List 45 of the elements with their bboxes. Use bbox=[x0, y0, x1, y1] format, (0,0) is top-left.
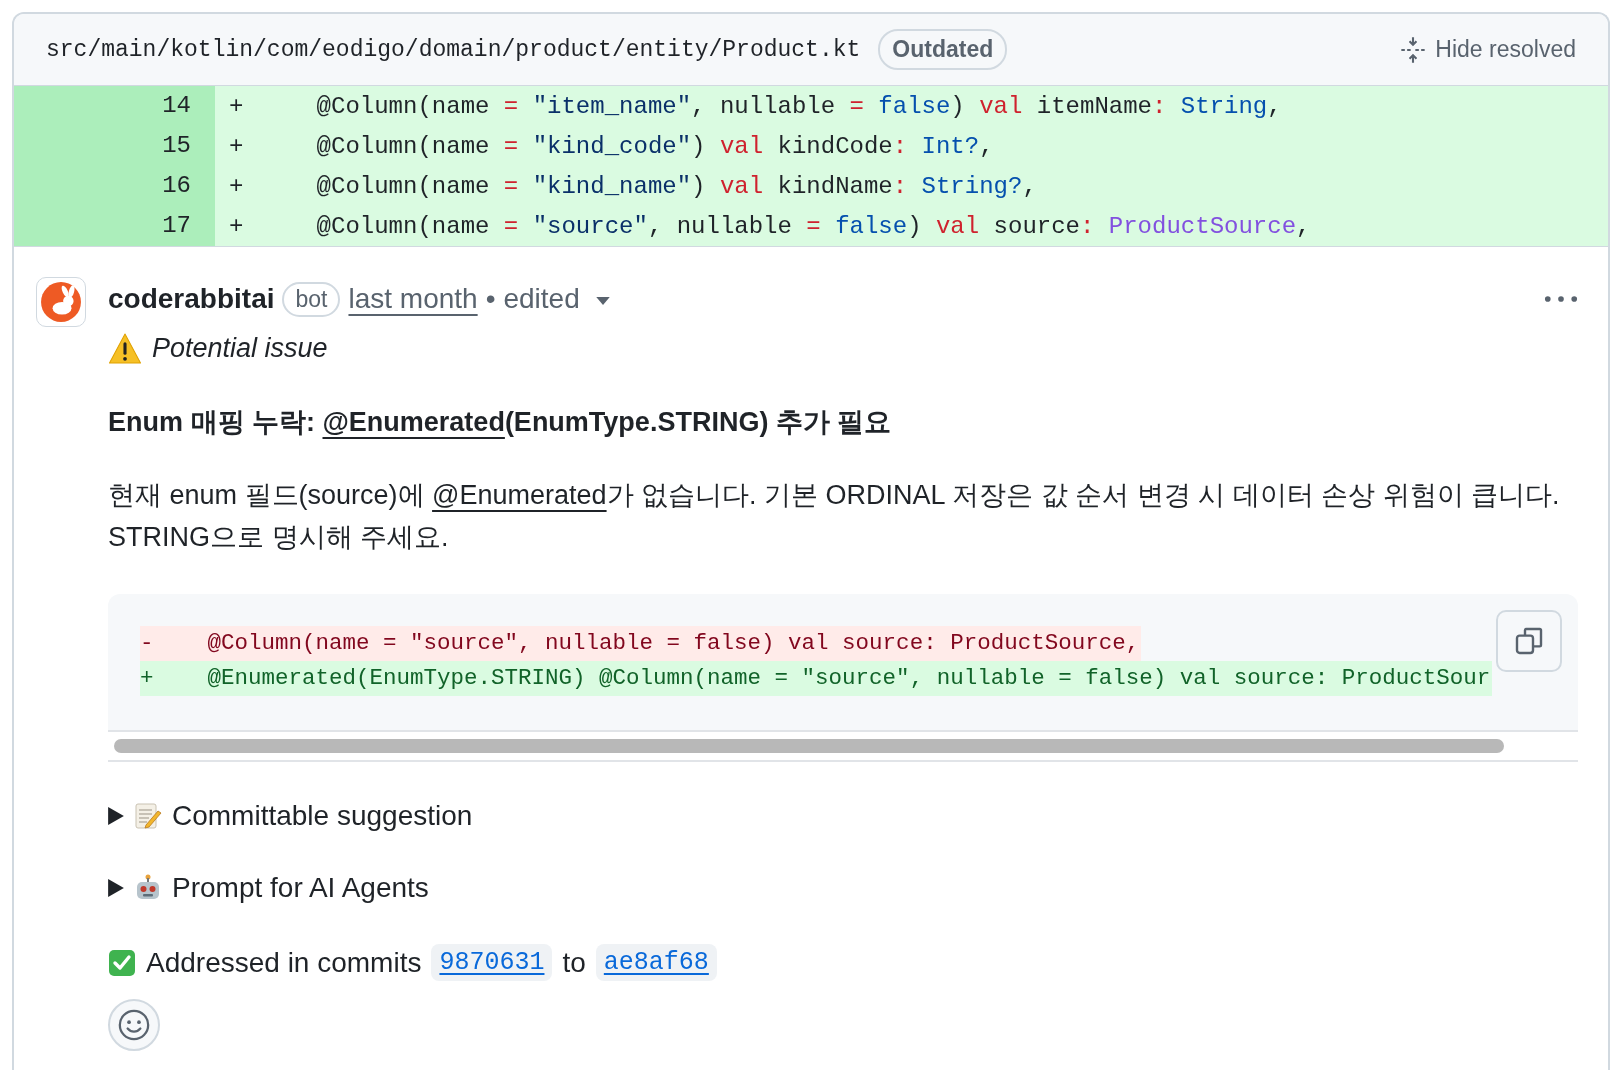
line-number: 15 bbox=[14, 126, 215, 166]
smiley-icon bbox=[117, 1008, 151, 1042]
added-sign: + bbox=[228, 132, 245, 160]
annotation-link[interactable]: @Enumerated bbox=[322, 407, 505, 437]
more-options-icon[interactable] bbox=[1544, 295, 1578, 303]
disclosure-triangle-icon[interactable] bbox=[108, 879, 124, 897]
author-name[interactable]: coderabbitai bbox=[108, 283, 275, 315]
annotation-link[interactable]: @Enumerated bbox=[432, 480, 607, 510]
fold-icon bbox=[1399, 35, 1428, 64]
edited-menu[interactable]: edited bbox=[503, 283, 580, 315]
copy-button[interactable] bbox=[1496, 610, 1562, 672]
added-sign: + bbox=[228, 92, 245, 120]
code-line: @Column(name = "kind_code") val kindCode: Int?, bbox=[315, 132, 994, 160]
commit-link[interactable]: ae8af68 bbox=[595, 944, 717, 981]
line-number: 14 bbox=[14, 86, 215, 126]
code-line: @Column(name = "item_name", nullable = false) val itemName: String, bbox=[315, 92, 1282, 120]
addressed-text: Addressed in commits bbox=[146, 946, 422, 979]
check-mark-icon bbox=[108, 948, 136, 977]
line-number: 16 bbox=[14, 166, 215, 206]
robot-icon bbox=[134, 874, 162, 902]
separator-dot: • bbox=[485, 283, 496, 315]
outdated-label: Outdated bbox=[878, 29, 1008, 70]
commit-link[interactable]: 9870631 bbox=[431, 944, 553, 981]
code-line: @Column(name = "kind_name") val kindName: String?, bbox=[315, 172, 1037, 200]
rabbit-avatar[interactable] bbox=[36, 277, 86, 327]
code-line: @Column(name = "source", nullable = false) val source: ProductSource, bbox=[315, 212, 1311, 240]
memo-icon bbox=[134, 802, 162, 830]
bot-label: bot bbox=[282, 281, 341, 317]
added-sign: + bbox=[228, 172, 245, 200]
file-path[interactable]: src/main/kotlin/com/eodigo/domain/product/entity/Product.kt bbox=[46, 36, 861, 63]
copy-icon bbox=[1513, 625, 1545, 657]
details-summary[interactable]: Prompt for AI Agents bbox=[172, 872, 429, 904]
timestamp-link[interactable]: last month bbox=[348, 283, 478, 315]
line-number: 17 bbox=[14, 206, 215, 246]
hide-resolved-button[interactable]: Hide resolved bbox=[1399, 35, 1576, 64]
comment-paragraph: 현재 enum 필드(source)에 @Enumerated가 없습니다. 기본 ORDINAL 저장은 값 순서 변경 시 데이터 손상 위험이 큽니다. STRING으로 명시해 주세요. bbox=[108, 479, 1561, 554]
issue-title: Enum 매핑 누락: @Enumerated(EnumType.STRING) 추가 필요 bbox=[108, 406, 893, 439]
warning-icon bbox=[108, 333, 142, 364]
add-reaction-button[interactable] bbox=[108, 999, 160, 1051]
added-sign: + bbox=[228, 212, 245, 240]
caret-icon[interactable] bbox=[595, 296, 610, 306]
issue-label: Potential issue bbox=[152, 333, 328, 364]
disclosure-triangle-icon[interactable] bbox=[108, 807, 124, 825]
joiner-text: to bbox=[562, 946, 586, 979]
details-summary[interactable]: Committable suggestion bbox=[172, 800, 473, 832]
